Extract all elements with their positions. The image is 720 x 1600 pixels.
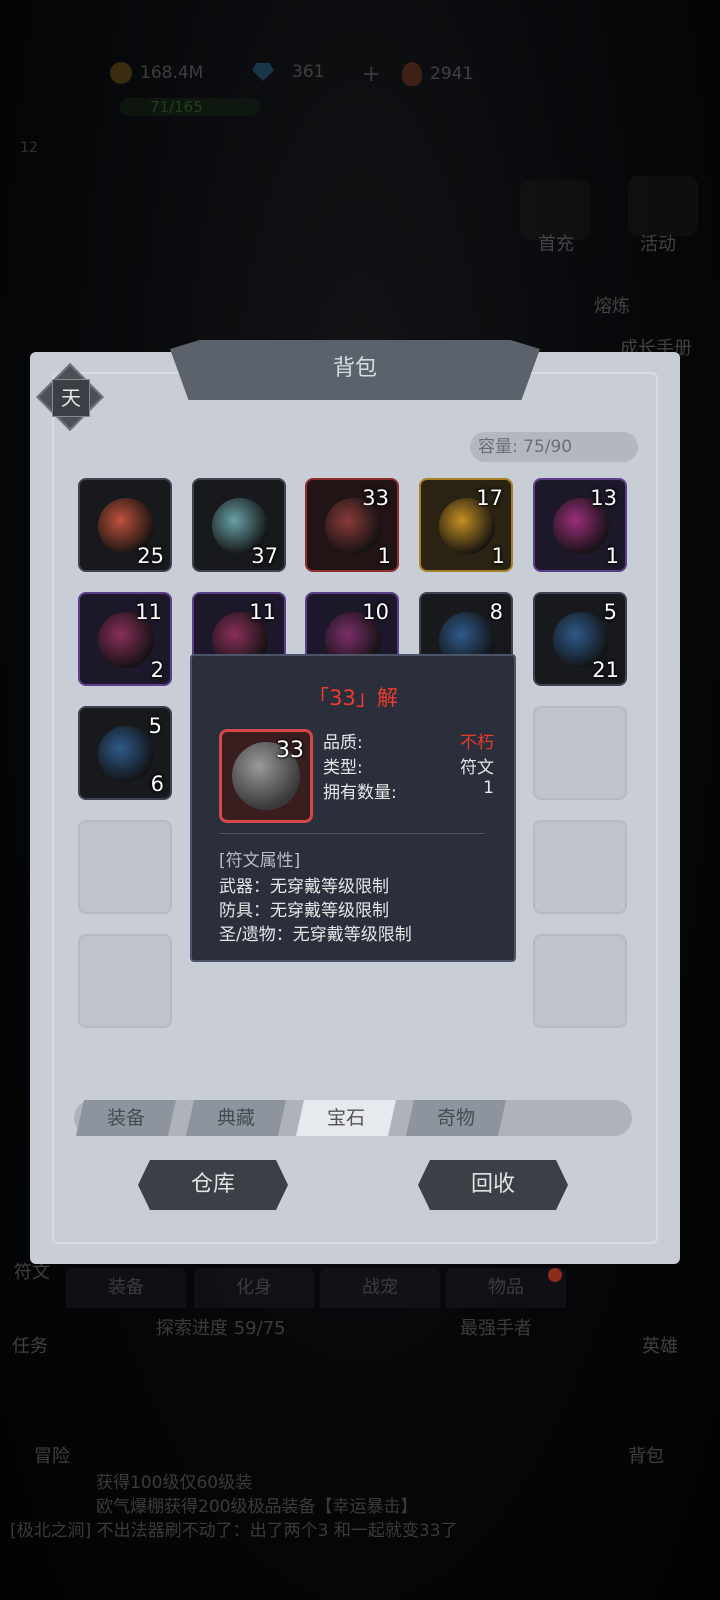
attr-weapon: 武器：无穿戴等级限制 <box>219 877 389 897</box>
attr-header: [符文属性] <box>219 851 301 871</box>
recycle-button[interactable]: 回收 <box>418 1160 568 1210</box>
bag-item-slot[interactable]: 33 1 <box>305 478 399 572</box>
count-value: 1 <box>483 778 494 798</box>
item-level: 8 <box>489 600 503 624</box>
bag-item-slot[interactable]: 11 2 <box>78 592 172 686</box>
empty-bag-slot[interactable] <box>78 934 172 1028</box>
empty-bag-slot[interactable] <box>533 706 627 800</box>
item-level: 33 <box>362 486 389 510</box>
bag-item-slot[interactable]: 56 <box>78 706 172 800</box>
count-label: 拥有数量: <box>323 783 397 803</box>
empty-bag-slot[interactable] <box>78 820 172 914</box>
item-count: 6 <box>150 772 164 796</box>
bag-capacity: 容量: 75/90 <box>470 432 638 462</box>
tab-equipment[interactable]: 装备 <box>76 1100 176 1136</box>
item-icon: 33 <box>219 729 313 823</box>
item-level: 10 <box>362 600 389 624</box>
bag-title: 背包 <box>332 356 377 381</box>
attr-armor: 防具：无穿戴等级限制 <box>219 901 389 921</box>
item-name: 「33」解 <box>308 686 398 710</box>
item-count: 1 <box>491 544 505 568</box>
item-level: 5 <box>148 714 162 738</box>
quality-value: 不朽 <box>460 733 494 753</box>
bag-item-slot[interactable]: 17 1 <box>419 478 513 572</box>
item-level: 17 <box>476 486 503 510</box>
quality-label: 品质: <box>323 733 363 753</box>
item-level: 5 <box>603 600 617 624</box>
tab-gems[interactable]: 宝石 <box>296 1100 396 1136</box>
item-count: 37 <box>251 544 278 568</box>
warehouse-button[interactable]: 仓库 <box>138 1160 288 1210</box>
type-label: 类型: <box>323 758 363 778</box>
bag-item-slot[interactable]: 37 <box>192 478 286 572</box>
item-icon-number: 33 <box>276 738 304 763</box>
bag-item-slot[interactable]: 5 21 <box>533 592 627 686</box>
item-count: 21 <box>592 658 619 682</box>
rune-icon <box>98 726 154 782</box>
tab-curios[interactable]: 奇物 <box>406 1100 506 1136</box>
item-count: 1 <box>377 544 391 568</box>
item-count: 1 <box>605 544 619 568</box>
item-level: 13 <box>590 486 617 510</box>
attr-relic: 圣/遗物：无穿戴等级限制 <box>219 925 412 945</box>
empty-bag-slot[interactable] <box>533 934 627 1028</box>
tab-collection[interactable]: 典藏 <box>186 1100 286 1136</box>
item-level: 11 <box>249 600 276 624</box>
item-level: 11 <box>135 600 162 624</box>
item-count: 2 <box>150 658 164 682</box>
bag-item-slot[interactable]: 13 1 <box>533 478 627 572</box>
tooltip-divider <box>219 833 485 834</box>
item-count: 25 <box>137 544 164 568</box>
tian-badge[interactable]: 天 <box>52 379 90 417</box>
type-value: 符文 <box>460 758 494 778</box>
empty-bag-slot[interactable] <box>533 820 627 914</box>
bag-item-slot[interactable]: 25 <box>78 478 172 572</box>
